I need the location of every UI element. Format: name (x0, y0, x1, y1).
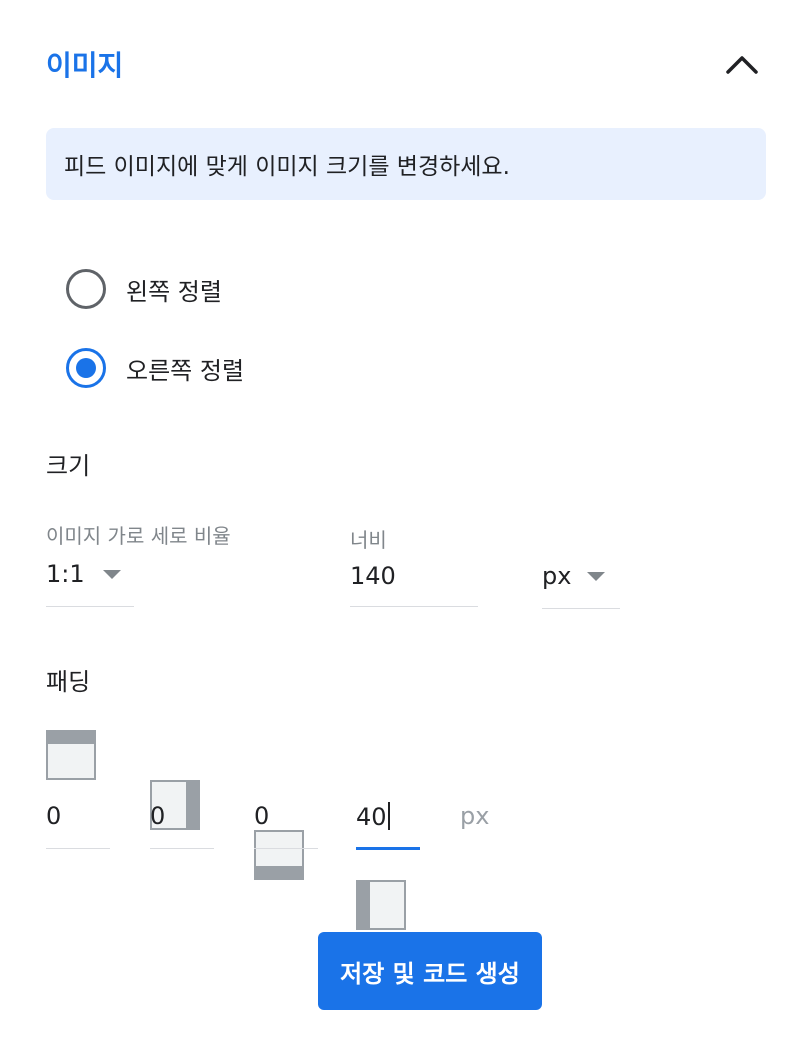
dropdown-caret-icon (103, 570, 121, 579)
chevron-up-icon (726, 56, 758, 74)
radio-align-left[interactable]: 왼쪽 정렬 (66, 267, 222, 311)
padding-right-input[interactable]: 0 (150, 800, 214, 850)
section-title: 이미지 (46, 49, 124, 82)
field-underline (150, 848, 214, 849)
padding-top-value: 0 (46, 802, 62, 830)
radio-unchecked-icon[interactable] (66, 269, 106, 309)
save-and-generate-button[interactable]: 저장 및 코드 생성 (318, 932, 542, 1010)
info-banner: 피드 이미지에 맞게 이미지 크기를 변경하세요. (46, 128, 766, 200)
radio-align-right[interactable]: 오른쪽 정렬 (66, 346, 244, 390)
radio-label: 왼쪽 정렬 (126, 277, 222, 306)
padding-left-icon (356, 880, 406, 930)
field-underline (350, 606, 478, 607)
size-heading: 크기 (46, 452, 91, 480)
width-input[interactable]: 140 (350, 560, 478, 608)
aspect-ratio-label: 이미지 가로 세로 비율 (46, 524, 231, 548)
width-value: 140 (350, 562, 396, 590)
aspect-ratio-select[interactable]: 1:1 (46, 560, 134, 608)
unit-value: px (542, 562, 572, 590)
field-underline (254, 848, 318, 849)
unit-select[interactable]: px (542, 560, 620, 610)
info-text: 피드 이미지에 맞게 이미지 크기를 변경하세요. (64, 154, 510, 180)
padding-left-input[interactable]: 40 (356, 800, 420, 850)
width-label: 너비 (350, 528, 387, 552)
collapse-button[interactable] (718, 44, 766, 84)
padding-right-value: 0 (150, 802, 166, 830)
text-cursor (387, 802, 390, 830)
padding-unit-label: px (460, 802, 490, 830)
field-underline (46, 848, 110, 849)
field-underline (46, 606, 134, 607)
radio-label: 오른쪽 정렬 (126, 356, 245, 385)
radio-checked-icon[interactable] (66, 348, 106, 388)
padding-bottom-value: 0 (254, 802, 270, 830)
padding-left-value: 40 (356, 803, 387, 831)
field-underline (542, 608, 620, 609)
save-button-label: 저장 및 코드 생성 (340, 959, 520, 988)
padding-top-icon (46, 730, 96, 780)
aspect-ratio-value: 1:1 (46, 560, 85, 588)
padding-top-input[interactable]: 0 (46, 800, 110, 850)
field-underline-focused (356, 847, 420, 850)
padding-heading: 패딩 (46, 668, 91, 696)
padding-bottom-input[interactable]: 0 (254, 800, 318, 850)
dropdown-caret-icon (587, 572, 605, 581)
